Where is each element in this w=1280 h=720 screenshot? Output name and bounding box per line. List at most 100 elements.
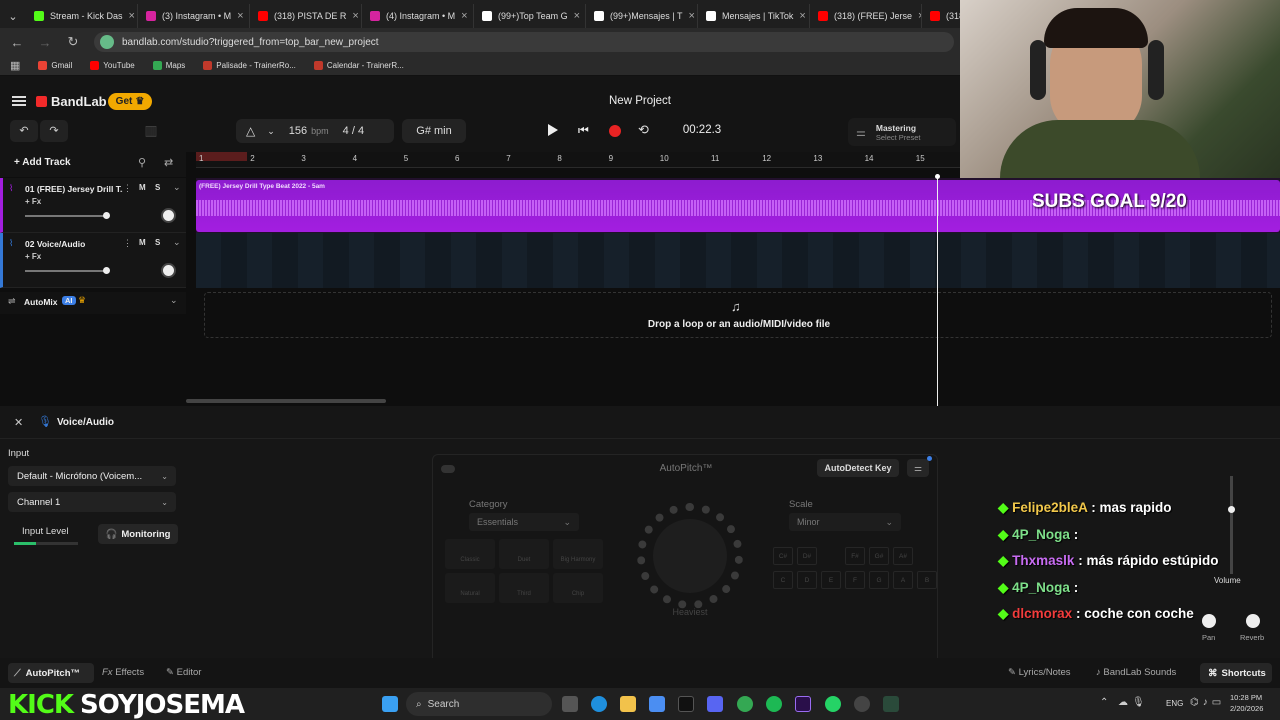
track-02-lane[interactable] <box>196 233 1280 288</box>
apps-grid-icon[interactable]: ▦ <box>10 59 20 72</box>
scale-key[interactable]: F <box>845 571 865 589</box>
pan-knob[interactable] <box>1202 614 1216 628</box>
track-01-fx[interactable]: + Fx <box>25 197 41 206</box>
autopitch-preset[interactable]: Classic <box>445 539 495 569</box>
tab-search-icon[interactable]: ⌄ <box>0 4 26 28</box>
scale-key[interactable]: G# <box>869 547 889 565</box>
track-02-mute[interactable]: M <box>139 238 146 247</box>
track-01-volume-slider[interactable] <box>25 212 110 219</box>
track-01-solo[interactable]: S <box>155 183 160 192</box>
heaviness-dial[interactable] <box>637 503 743 609</box>
project-title[interactable]: New Project <box>540 95 740 107</box>
tiktok-icon[interactable] <box>678 696 694 712</box>
record-button[interactable] <box>609 125 621 137</box>
close-icon[interactable]: × <box>237 10 243 22</box>
browser-tab[interactable]: (3) Instagram • M × <box>138 4 250 28</box>
track-02-header[interactable]: ⌇ 02 Voice/Audio ⋮ M S ⌄ + Fx <box>0 233 186 288</box>
close-icon[interactable]: × <box>799 10 805 22</box>
autodetect-key-button[interactable]: AutoDetect Key <box>817 459 899 477</box>
close-icon[interactable]: × <box>688 10 694 22</box>
horizontal-scrollbar[interactable] <box>186 399 386 403</box>
scale-key[interactable]: A# <box>893 547 913 565</box>
play-button[interactable] <box>548 124 558 136</box>
track-02-volume-slider[interactable] <box>25 267 110 274</box>
bookmark-item[interactable]: YouTube <box>90 61 135 70</box>
autopitch-preset[interactable]: Big Harmony <box>553 539 603 569</box>
menu-icon[interactable] <box>12 96 26 106</box>
discord-icon[interactable] <box>707 696 723 712</box>
browser-tab[interactable]: Mensajes | TikTok × <box>698 4 810 28</box>
mixer-icon[interactable]: ▥ <box>142 122 160 140</box>
autopitch-preset[interactable]: Chip <box>553 573 603 603</box>
close-icon[interactable]: ✕ <box>14 416 23 429</box>
volume-fader[interactable] <box>1228 476 1235 574</box>
track-options-icon[interactable]: ⇄ <box>164 156 173 169</box>
scale-key[interactable]: E <box>821 571 841 589</box>
language-indicator[interactable]: ENG <box>1166 699 1183 708</box>
lyrics-notes-button[interactable]: ✎ Lyrics/Notes <box>1008 667 1071 678</box>
browser-tab[interactable]: (99+)Mensajes | T × <box>586 4 698 28</box>
whatsapp-icon[interactable] <box>825 696 841 712</box>
spotify-icon[interactable] <box>766 696 782 712</box>
tab-effects[interactable]: Fx Effects <box>102 667 144 678</box>
shortcuts-button[interactable]: ⌘ Shortcuts <box>1200 663 1272 683</box>
scale-key[interactable]: F# <box>845 547 865 565</box>
autopitch-preset[interactable]: Third <box>499 573 549 603</box>
bpm-value[interactable]: 156 <box>289 125 307 137</box>
clock-time[interactable]: 10:28 PM <box>1230 693 1262 702</box>
file-explorer-icon[interactable] <box>620 696 636 712</box>
loop-region[interactable] <box>196 152 247 161</box>
track-tool-icon[interactable]: ⚲ <box>138 156 146 169</box>
track-02-pan-knob[interactable] <box>161 263 176 278</box>
track-drag-icon[interactable]: ⌇ <box>9 183 13 194</box>
close-icon[interactable]: × <box>352 10 358 22</box>
scale-select[interactable]: Minor ⌄ <box>789 513 901 531</box>
premiere-icon[interactable] <box>795 696 811 712</box>
add-track-button[interactable]: + Add Track <box>14 157 71 168</box>
automix-row[interactable]: ⇌ AutoMix AI ♛ ⌄ <box>0 292 186 314</box>
input-device-select[interactable]: Default - Micrófono (Voicem... ⌄ <box>8 466 176 486</box>
reload-icon[interactable]: ↻ <box>66 34 80 50</box>
scale-key[interactable]: C <box>773 571 793 589</box>
tray-chevron-icon[interactable]: ⌃ <box>1100 697 1108 708</box>
track-02-fx[interactable]: + Fx <box>25 252 41 261</box>
scale-key[interactable]: D# <box>797 547 817 565</box>
bookmark-item[interactable]: Gmail <box>38 61 72 70</box>
browser-tab[interactable]: (318) PISTA DE R × <box>250 4 362 28</box>
browser-tab[interactable]: (99+)Top Team G × <box>474 4 586 28</box>
obs-icon[interactable] <box>854 696 870 712</box>
key-button[interactable]: G# min <box>402 119 466 143</box>
category-select[interactable]: Essentials ⌄ <box>469 513 579 531</box>
scale-key[interactable]: C# <box>773 547 793 565</box>
track-01-pan-knob[interactable] <box>161 208 176 223</box>
track-01-mute[interactable]: M <box>139 183 146 192</box>
close-icon[interactable]: × <box>461 10 467 22</box>
chevron-down-icon[interactable]: ⌄ <box>170 295 178 306</box>
drop-zone[interactable]: ♫ Drop a loop or an audio/MIDI/video fil… <box>204 292 1272 338</box>
reverb-knob[interactable] <box>1246 614 1260 628</box>
edge-icon[interactable] <box>591 696 607 712</box>
task-view-icon[interactable] <box>562 696 578 712</box>
chevron-down-icon[interactable]: ⌄ <box>173 182 181 193</box>
track-more-icon[interactable]: ⋮ <box>123 238 132 249</box>
back-icon[interactable]: ← <box>10 35 24 50</box>
time-signature[interactable]: 4 / 4 <box>343 125 364 137</box>
scale-key[interactable]: B <box>917 571 937 589</box>
taskbar-search[interactable]: ⌕ Search <box>406 692 552 716</box>
channel-select[interactable]: Channel 1 ⌄ <box>8 492 176 512</box>
site-info-icon[interactable] <box>100 35 114 49</box>
playhead[interactable] <box>937 176 938 406</box>
get-button[interactable]: Get ♛ <box>108 93 152 110</box>
browser-tab[interactable]: (4) Instagram • M × <box>362 4 474 28</box>
tray-status-icons[interactable]: ⌬♪▭ <box>1190 697 1225 708</box>
redo-button[interactable]: ↷ <box>40 120 68 142</box>
forward-icon[interactable]: → <box>38 35 52 50</box>
skip-back-button[interactable]: ⏮ <box>578 123 589 138</box>
app-icon[interactable] <box>883 696 899 712</box>
clock-date[interactable]: 2/20/2026 <box>1230 704 1263 713</box>
bandlab-sounds-button[interactable]: ♪ BandLab Sounds <box>1096 667 1176 678</box>
chevron-down-icon[interactable]: ⌄ <box>173 237 181 248</box>
metronome-icon[interactable]: △ <box>246 124 255 138</box>
close-icon[interactable]: × <box>129 10 135 22</box>
track-02-solo[interactable]: S <box>155 238 160 247</box>
